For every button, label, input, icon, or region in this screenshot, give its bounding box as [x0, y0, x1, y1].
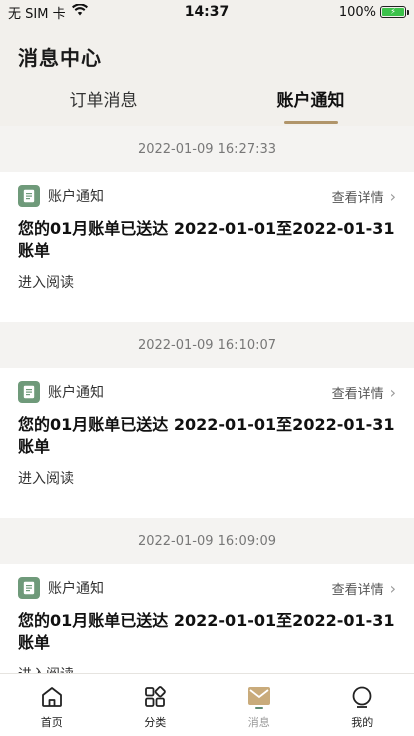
chevron-right-icon: › [389, 578, 396, 598]
message-category: 账户通知 [48, 189, 104, 205]
tabbar-label: 分类 [144, 716, 167, 729]
tabbar-item-message[interactable]: 消息 [207, 674, 311, 736]
card-header: 账户通知 查看详情 › [18, 380, 396, 404]
view-details-label: 查看详情 [331, 190, 384, 206]
tab-order-messages[interactable]: 订单消息 [0, 80, 207, 126]
read-link[interactable]: 进入阅读 [18, 272, 396, 292]
message-card[interactable]: 账户通知 查看详情 › 您的01月账单已送达 2022-01-01至2022-0… [0, 172, 414, 322]
tab-bar-top: 订单消息 账户通知 [0, 80, 414, 126]
profile-icon [349, 684, 375, 710]
message-category: 账户通知 [48, 385, 104, 401]
message-timestamp: 2022-01-09 16:27:33 [0, 126, 414, 172]
chevron-right-icon: › [389, 382, 396, 402]
document-icon [18, 381, 40, 403]
message-category: 账户通知 [48, 581, 104, 597]
header: 消息中心 订单消息 账户通知 [0, 24, 414, 126]
card-header: 账户通知 查看详情 › [18, 576, 396, 600]
tab-account-notices[interactable]: 账户通知 [207, 80, 414, 126]
message-title: 您的01月账单已送达 2022-01-01至2022-01-31账单 [18, 219, 395, 260]
page-title: 消息中心 [18, 46, 102, 70]
read-link[interactable]: 进入阅读 [18, 664, 396, 673]
view-details-link[interactable]: 查看详情 › [332, 383, 396, 402]
message-title: 您的01月账单已送达 2022-01-01至2022-01-31账单 [18, 415, 395, 456]
message-icon [246, 684, 272, 710]
tabbar-item-home[interactable]: 首页 [0, 674, 104, 736]
document-icon [18, 577, 40, 599]
carrier-label: 无 SIM 卡 [8, 6, 66, 22]
document-icon [18, 185, 40, 207]
message-timestamp: 2022-01-09 16:09:09 [0, 518, 414, 564]
message-timestamp: 2022-01-09 16:10:07 [0, 322, 414, 368]
chevron-right-icon: › [389, 186, 396, 206]
status-right: 100% ⚡ [338, 4, 409, 20]
view-details-label: 查看详情 [331, 386, 384, 402]
card-header: 账户通知 查看详情 › [18, 184, 396, 208]
tabbar-item-category[interactable]: 分类 [104, 674, 208, 736]
view-details-label: 查看详情 [331, 582, 384, 598]
status-bar: 无 SIM 卡 14:37 100% ⚡ [0, 0, 414, 24]
battery-label: 100% [338, 4, 376, 20]
wifi-icon [71, 3, 88, 20]
tabbar-label: 首页 [40, 716, 63, 729]
read-link[interactable]: 进入阅读 [18, 468, 396, 488]
view-details-link[interactable]: 查看详情 › [332, 579, 396, 598]
message-list[interactable]: 2022-01-09 16:27:33 账户通知 查看详情 › 您的01月账单已… [0, 126, 414, 673]
message-title: 您的01月账单已送达 2022-01-01至2022-01-31账单 [18, 611, 395, 652]
battery-icon: ⚡ [380, 6, 409, 18]
home-icon [39, 684, 65, 710]
tabbar-label: 我的 [351, 716, 374, 729]
bottom-tab-bar: 首页 分类 消息 我的 [0, 673, 414, 736]
message-card[interactable]: 账户通知 查看详情 › 您的01月账单已送达 2022-01-01至2022-0… [0, 564, 414, 673]
view-details-link[interactable]: 查看详情 › [332, 187, 396, 206]
category-icon [142, 684, 168, 710]
tabbar-label: 消息 [247, 716, 270, 729]
status-left: 无 SIM 卡 [8, 3, 88, 22]
tabbar-item-profile[interactable]: 我的 [311, 674, 414, 736]
message-card[interactable]: 账户通知 查看详情 › 您的01月账单已送达 2022-01-01至2022-0… [0, 368, 414, 518]
